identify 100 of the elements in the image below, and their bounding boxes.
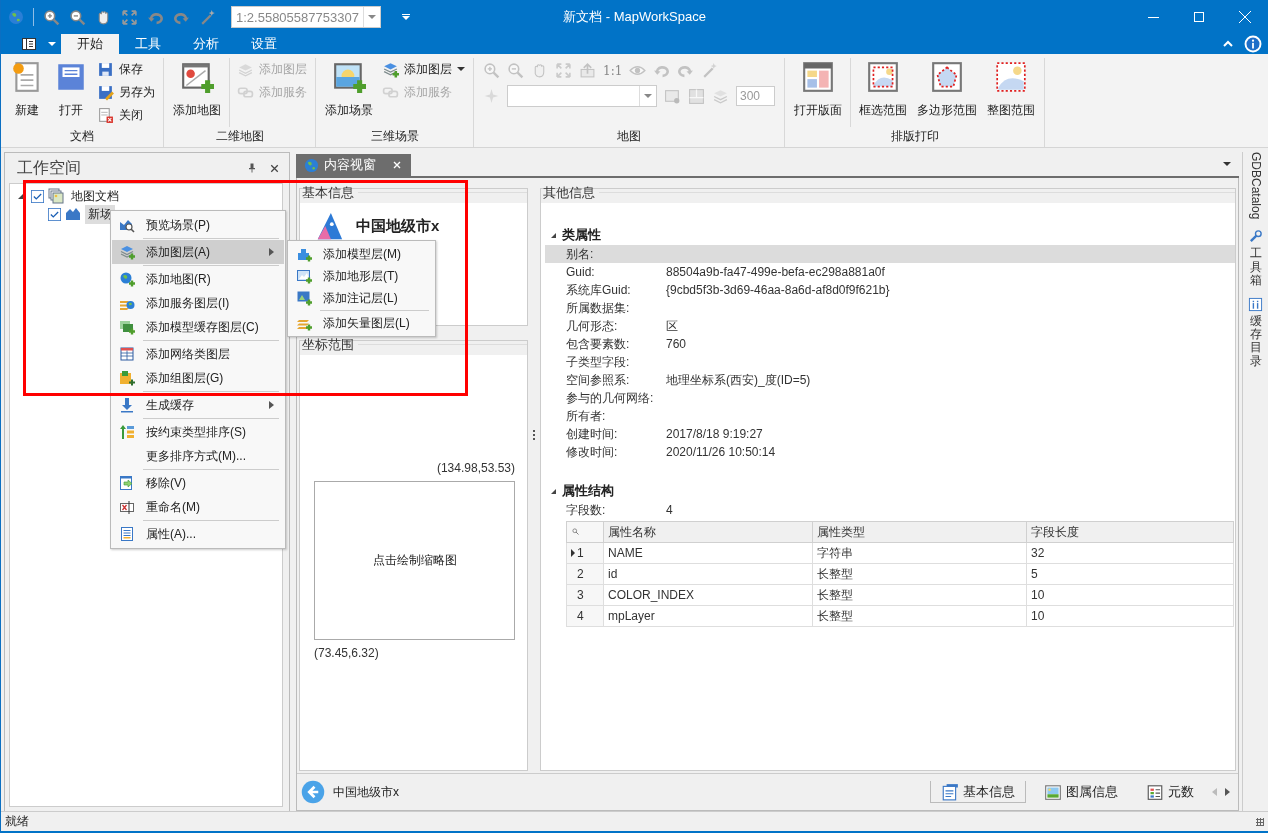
menu-item[interactable]: 预览场景(P) [112, 213, 284, 237]
ribbon-button[interactable]: 添加图层 [379, 58, 468, 80]
table-icon [119, 346, 135, 362]
rename-icon [119, 499, 135, 515]
zoom-in-icon[interactable] [43, 8, 60, 26]
ribbon-button[interactable]: 打开版面 [790, 58, 846, 127]
ribbon-button[interactable]: 保存 [94, 58, 158, 80]
grid-icon[interactable] [688, 87, 705, 105]
upload-icon[interactable] [579, 62, 596, 79]
section-title: 基本信息 [302, 183, 354, 202]
zoom-out-icon[interactable] [69, 8, 86, 26]
checkbox[interactable] [48, 207, 61, 221]
sort-icon [119, 424, 135, 440]
ribbon-button[interactable]: 框选范围 [855, 58, 911, 127]
add-label-icon [296, 290, 312, 306]
menu-item[interactable]: 添加模型缓存图层(C) [112, 315, 284, 339]
property-label: 所有者: [566, 407, 607, 425]
table-cell: 字符串 [812, 542, 1027, 564]
ribbon-button[interactable]: 添加地图 [169, 58, 225, 127]
image-icon[interactable] [664, 87, 681, 105]
status-text: 就绪 [5, 813, 29, 830]
close-document-icon [97, 106, 114, 124]
menu-item[interactable]: 添加矢量图层(L) [289, 312, 434, 334]
property-label: 创建时间: [566, 425, 619, 443]
thumbnail-button[interactable]: 点击绘制缩略图 [314, 481, 515, 640]
table-cell: 长整型 [812, 584, 1027, 606]
document-tab[interactable]: 内容视窗 [296, 154, 411, 176]
view-tab[interactable]: 元数 [1136, 781, 1204, 803]
tab-list-caret-icon[interactable] [1223, 162, 1231, 166]
ribbon-button[interactable]: 添加场景 [321, 58, 377, 127]
menu-item[interactable]: 属性(A)... [112, 522, 284, 546]
checkbox[interactable] [31, 189, 44, 203]
expander-icon[interactable] [551, 488, 556, 494]
full-extent-icon[interactable] [121, 8, 138, 26]
ribbon-button[interactable]: 打开 [50, 58, 92, 127]
menu-item[interactable]: 添加地图(R) [112, 267, 284, 291]
add-layers-icon [382, 60, 399, 78]
selected-row[interactable]: 别名: [545, 245, 1235, 263]
menu-item[interactable]: 添加网络类图层 [112, 342, 284, 366]
property-label: 空间参照系: [566, 371, 631, 389]
menu-item[interactable]: 更多排序方式(M)... [112, 444, 284, 468]
column-header[interactable]: 属性类型 [812, 521, 1027, 543]
ribbon-tab[interactable]: 开始 [61, 34, 119, 54]
menu-item[interactable]: 添加注记层(L) [289, 287, 434, 309]
ribbon-button[interactable]: 另存为 [94, 81, 158, 103]
row-number: 4 [577, 609, 584, 623]
menu-item[interactable]: 添加模型层(M) [289, 243, 434, 265]
side-tab[interactable]: 工具箱 [1249, 247, 1262, 287]
side-tab[interactable]: GDBCatalog [1248, 152, 1263, 220]
model-cache-icon [119, 319, 135, 335]
row-number: 1 [577, 546, 584, 560]
tree-item[interactable]: 地图文档 [68, 186, 122, 206]
menu-item[interactable]: 添加服务图层(I) [112, 291, 284, 315]
expander-icon[interactable] [18, 193, 23, 199]
search-icon[interactable] [571, 527, 581, 537]
view-tab[interactable]: 基本信息 [930, 781, 1026, 803]
menu-item[interactable]: 添加组图层(G) [112, 366, 284, 390]
magic-wand-icon[interactable] [199, 8, 216, 26]
menu-item[interactable]: 重命名(M) [112, 495, 284, 519]
layers-icon[interactable] [712, 87, 729, 105]
pin-icon[interactable] [246, 162, 258, 174]
side-tab[interactable]: 缓存目录 [1249, 314, 1262, 368]
expander-icon[interactable] [551, 232, 556, 238]
layer-combo[interactable] [507, 85, 657, 107]
menu-item[interactable]: 生成缓存 [112, 393, 284, 417]
sparkle-icon[interactable] [483, 87, 500, 105]
magic-wand-icon[interactable] [701, 62, 719, 79]
menu-item[interactable]: 添加图层(A) [112, 240, 284, 264]
group-title: 三维场景 [369, 128, 420, 145]
ribbon-button[interactable]: 新建 [6, 58, 48, 127]
table-cell: 长整型 [812, 563, 1027, 585]
ribbon-tab[interactable]: 设置 [235, 34, 293, 54]
customize-caret-icon[interactable] [402, 14, 410, 20]
column-header[interactable]: 属性名称 [603, 521, 813, 543]
resize-grip[interactable] [1256, 817, 1264, 826]
table-cell: 5 [1026, 563, 1234, 585]
remove-icon [119, 475, 135, 491]
info-page-icon [941, 782, 959, 801]
property-value: 区 [666, 317, 678, 335]
ribbon-button[interactable]: 整图范围 [983, 58, 1039, 127]
ribbon-button[interactable]: 多边形范围 [913, 58, 981, 127]
column-header[interactable]: 字段长度 [1026, 521, 1234, 543]
metadata-icon [1146, 783, 1164, 801]
scale-combo[interactable]: 1:2.55805587753307 [231, 6, 381, 28]
scroll-right-icon[interactable] [1225, 788, 1230, 796]
menu-item[interactable]: 移除(V) [112, 471, 284, 495]
info-icon[interactable] [1244, 35, 1262, 53]
rectangle-frame-icon [866, 60, 900, 94]
menu-item[interactable]: 添加地形层(T) [289, 265, 434, 287]
view-tab[interactable]: 图属信息 [1034, 781, 1128, 803]
menu-item[interactable]: 按约束类型排序(S) [112, 420, 284, 444]
ribbon-button[interactable]: 关闭 [94, 104, 158, 126]
scroll-left-icon[interactable] [1212, 788, 1217, 796]
ribbon-tab[interactable]: 工具 [119, 34, 177, 54]
back-button-icon[interactable] [301, 780, 325, 804]
ribbon-tab[interactable]: 分析 [177, 34, 235, 54]
full-frame-icon [994, 60, 1028, 94]
property-label: 别名: [566, 245, 595, 263]
table-cell: 10 [1026, 605, 1234, 627]
close-icon[interactable] [391, 159, 403, 171]
